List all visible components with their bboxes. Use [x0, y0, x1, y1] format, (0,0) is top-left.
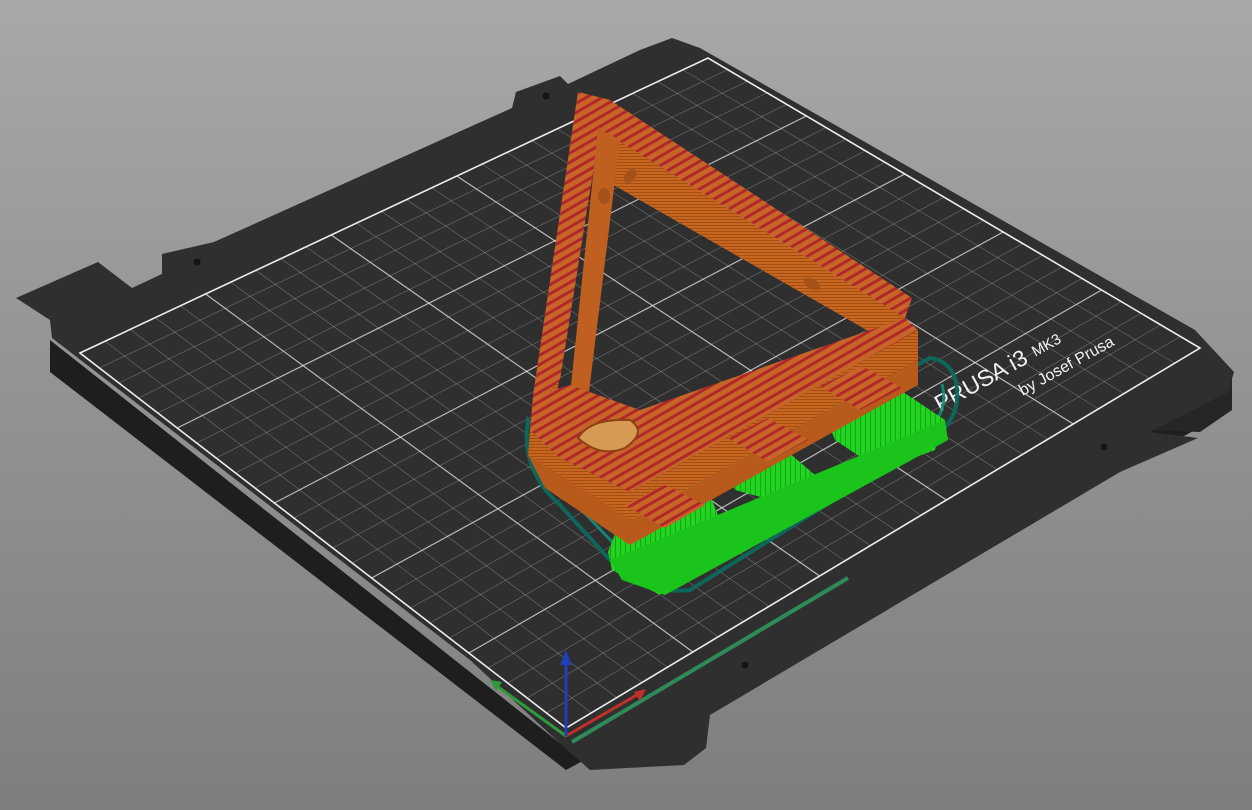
- mount-hole: [542, 92, 550, 100]
- 3d-viewport[interactable]: PRUSA i3 MK3 by Josef Prusa: [0, 0, 1252, 810]
- mount-hole: [193, 258, 201, 266]
- print-preview-scene[interactable]: PRUSA i3 MK3 by Josef Prusa: [0, 0, 1252, 810]
- part-mount-hole: [598, 188, 610, 204]
- mount-hole: [1100, 443, 1108, 451]
- mount-hole: [741, 661, 749, 669]
